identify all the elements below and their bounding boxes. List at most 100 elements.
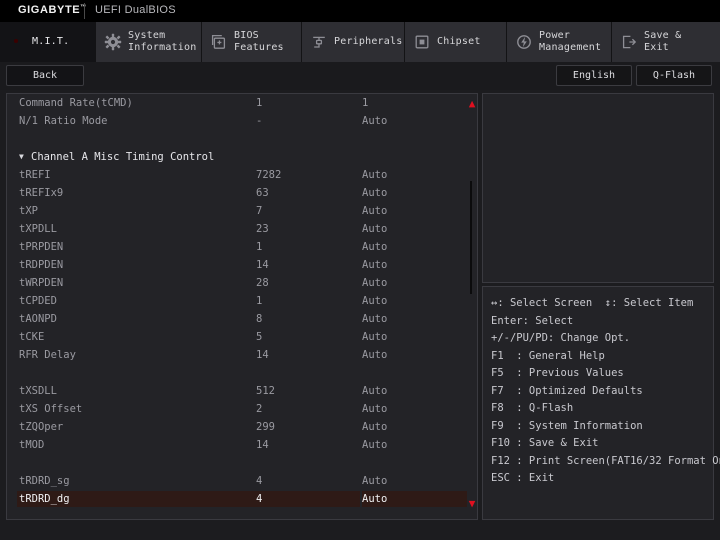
row-value: 7 [256, 202, 262, 220]
row-value: 28 [256, 274, 269, 292]
settings-row[interactable]: tXSDLL512Auto [7, 382, 477, 400]
bios-screen: GIGABYTE™ UEFI DualBIOS M.I.T. System In… [0, 0, 720, 540]
tab-peripherals[interactable]: Peripherals [302, 22, 405, 62]
settings-row[interactable]: N/1 Ratio Mode-Auto [7, 112, 477, 130]
language-button[interactable]: English [556, 65, 632, 86]
scrollbar-thumb[interactable] [470, 181, 472, 294]
settings-row[interactable]: tAONPD8Auto [7, 310, 477, 328]
row-setting[interactable]: Auto [362, 490, 387, 508]
settings-row[interactable]: tZQOper299Auto [7, 418, 477, 436]
row-label: tCKE [19, 328, 44, 346]
tab-save-and-exit[interactable]: Save & Exit [612, 22, 720, 62]
settings-row[interactable]: tMOD14Auto [7, 436, 477, 454]
list-spacer [7, 454, 477, 472]
scroll-up-arrow-icon[interactable]: ▲ [466, 98, 478, 110]
chipset-square-icon [413, 33, 431, 51]
row-setting[interactable]: Auto [362, 256, 387, 274]
settings-row[interactable]: tRDPDEN14Auto [7, 256, 477, 274]
row-setting[interactable]: 1 [362, 94, 368, 112]
tab-system-information[interactable]: System Information [96, 22, 202, 62]
row-setting[interactable]: Auto [362, 184, 387, 202]
qflash-button[interactable]: Q-Flash [636, 65, 712, 86]
tab-chipset[interactable]: Chipset [405, 22, 507, 62]
row-setting[interactable]: Auto [362, 292, 387, 310]
scroll-down-arrow-icon[interactable]: ▼ [466, 498, 478, 510]
row-setting[interactable]: Auto [362, 346, 387, 364]
brand-subtitle: UEFI DualBIOS [95, 4, 176, 16]
row-setting[interactable]: Auto [362, 310, 387, 328]
row-value: 14 [256, 256, 269, 274]
tab-peripherals-label: Peripherals [334, 36, 402, 48]
tab-mit[interactable]: M.I.T. [0, 22, 96, 62]
row-value: 4 [256, 490, 262, 508]
row-label: RFR Delay [19, 346, 76, 364]
settings-row[interactable]: tPRPDEN 1 Auto [7, 238, 477, 256]
settings-row[interactable]: Command Rate(tCMD)11 [7, 94, 477, 112]
settings-row[interactable]: tXS Offset2Auto [7, 400, 477, 418]
row-setting[interactable]: Auto [362, 328, 387, 346]
row-setting[interactable]: Auto [362, 418, 387, 436]
collapse-triangle-icon[interactable]: ▼ [19, 148, 24, 166]
row-value: 1 [256, 238, 262, 256]
row-value: 14 [256, 346, 269, 364]
power-bolt-icon [515, 33, 533, 51]
row-setting[interactable]: Auto [362, 436, 387, 454]
back-button[interactable]: Back [6, 65, 84, 86]
row-label: tPRPDEN [19, 238, 63, 256]
row-label: tREFI [19, 166, 51, 184]
sub-toolbar: Back English Q-Flash [0, 62, 720, 90]
help-keys-panel: ↔: Select Screen ↕: Select ItemEnter: Se… [482, 286, 714, 520]
scrollbar-track[interactable] [470, 104, 473, 508]
row-label: tCPDED [19, 292, 57, 310]
row-setting[interactable]: Auto [362, 274, 387, 292]
row-setting[interactable]: Auto [362, 220, 387, 238]
settings-row[interactable]: tXPDLL23Auto [7, 220, 477, 238]
tab-save-and-exit-label: Save & Exit [644, 30, 712, 54]
main-tab-bar: M.I.T. System Information [0, 22, 720, 62]
settings-row[interactable]: tRDRD_dg4Auto [7, 490, 477, 508]
row-label: tREFIx9 [19, 184, 63, 202]
settings-row[interactable]: RFR Delay 14 Auto [7, 346, 477, 364]
settings-row[interactable]: tREFIx9 63 Auto [7, 184, 477, 202]
row-label: tXP [19, 202, 38, 220]
row-setting[interactable]: Auto [362, 382, 387, 400]
tab-chipset-label: Chipset [437, 36, 481, 48]
settings-row[interactable]: tWRPDEN28Auto [7, 274, 477, 292]
tab-bios-features[interactable]: BIOS Features [202, 22, 302, 62]
settings-list-panel[interactable]: Command Rate(tCMD)11N/1 Ratio Mode-Auto▼… [6, 93, 478, 520]
gigabyte-logo: GIGABYTE™ [18, 4, 87, 16]
help-key-line: Enter: Select [491, 313, 713, 331]
help-key-line: +/-/PU/PD: Change Opt. [491, 330, 713, 348]
row-setting[interactable]: Auto [362, 238, 387, 256]
gear-icon [104, 33, 122, 51]
settings-row[interactable]: tCKE5Auto [7, 328, 477, 346]
row-label: N/1 Ratio Mode [19, 112, 108, 130]
row-setting[interactable]: Auto [362, 472, 387, 490]
row-setting[interactable]: Auto [362, 400, 387, 418]
help-key-line: F9 : System Information [491, 418, 713, 436]
row-setting[interactable]: Auto [362, 166, 387, 184]
row-value: 63 [256, 184, 269, 202]
help-key-line: ↔: Select Screen ↕: Select Item [491, 295, 713, 313]
row-label: Command Rate(tCMD) [19, 94, 133, 112]
settings-row[interactable]: tXP 7 Auto [7, 202, 477, 220]
row-value: 7282 [256, 166, 281, 184]
row-label: Channel A Misc Timing Control [31, 148, 214, 166]
row-value: 23 [256, 220, 269, 238]
help-key-line: F1 : General Help [491, 348, 713, 366]
help-key-line: F12 : Print Screen(FAT16/32 Format Only) [491, 453, 713, 471]
row-label: tZQOper [19, 418, 63, 436]
settings-row[interactable]: tRDRD_sg4Auto [7, 472, 477, 490]
row-label: tXS Offset [19, 400, 82, 418]
help-key-line: F10 : Save & Exit [491, 435, 713, 453]
settings-section-header[interactable]: ▼ Channel A Misc Timing Control [7, 148, 477, 166]
row-value: 512 [256, 382, 275, 400]
settings-row[interactable]: tREFI 7282 Auto [7, 166, 477, 184]
tab-power-management[interactable]: Power Management [507, 22, 612, 62]
tab-system-information-label: System Information [128, 30, 196, 54]
row-setting[interactable]: Auto [362, 112, 387, 130]
description-panel [482, 93, 714, 283]
settings-row[interactable]: tCPDED1Auto [7, 292, 477, 310]
row-label: tAONPD [19, 310, 57, 328]
row-setting[interactable]: Auto [362, 202, 387, 220]
